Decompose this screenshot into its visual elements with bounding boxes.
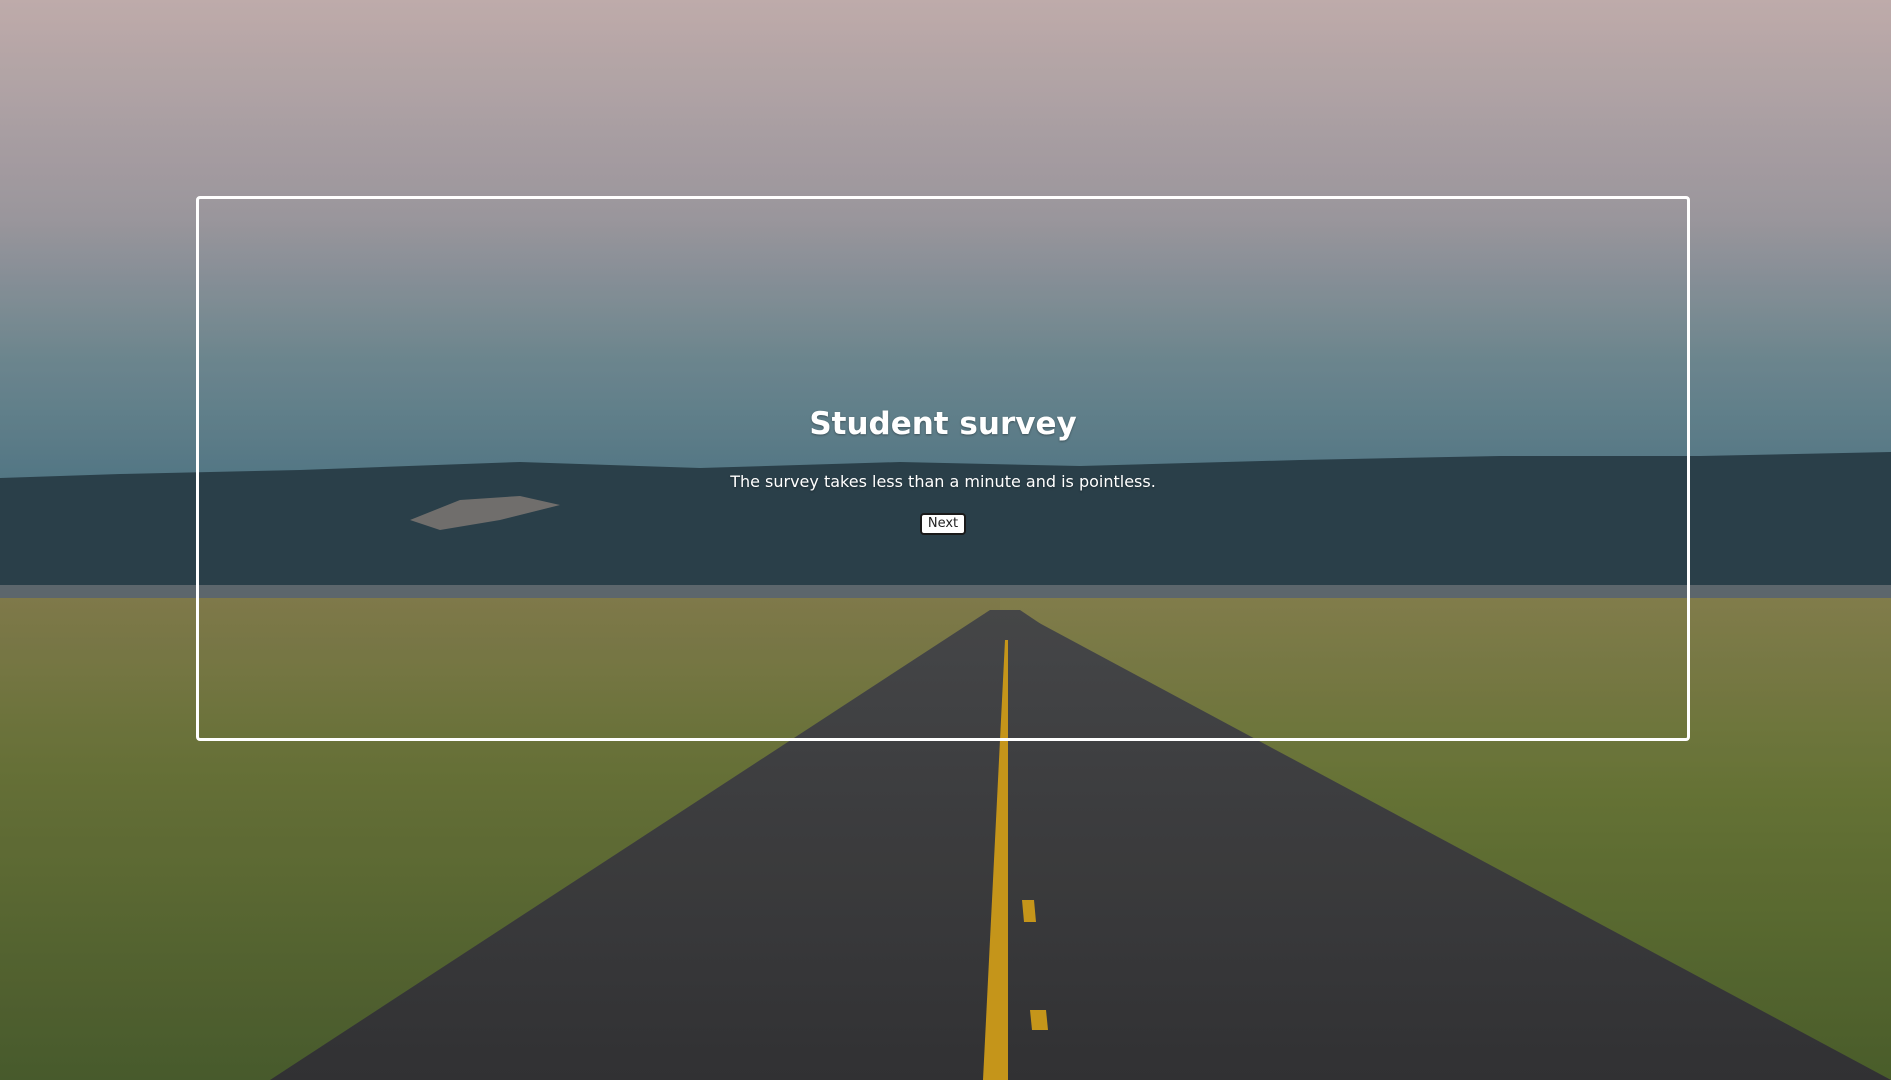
survey-title: Student survey [809, 406, 1077, 442]
survey-card-frame: Student survey The survey takes less tha… [196, 196, 1690, 741]
survey-description: The survey takes less than a minute and … [730, 472, 1156, 491]
survey-content: Student survey The survey takes less tha… [199, 404, 1687, 535]
next-button[interactable]: Next [919, 513, 967, 535]
